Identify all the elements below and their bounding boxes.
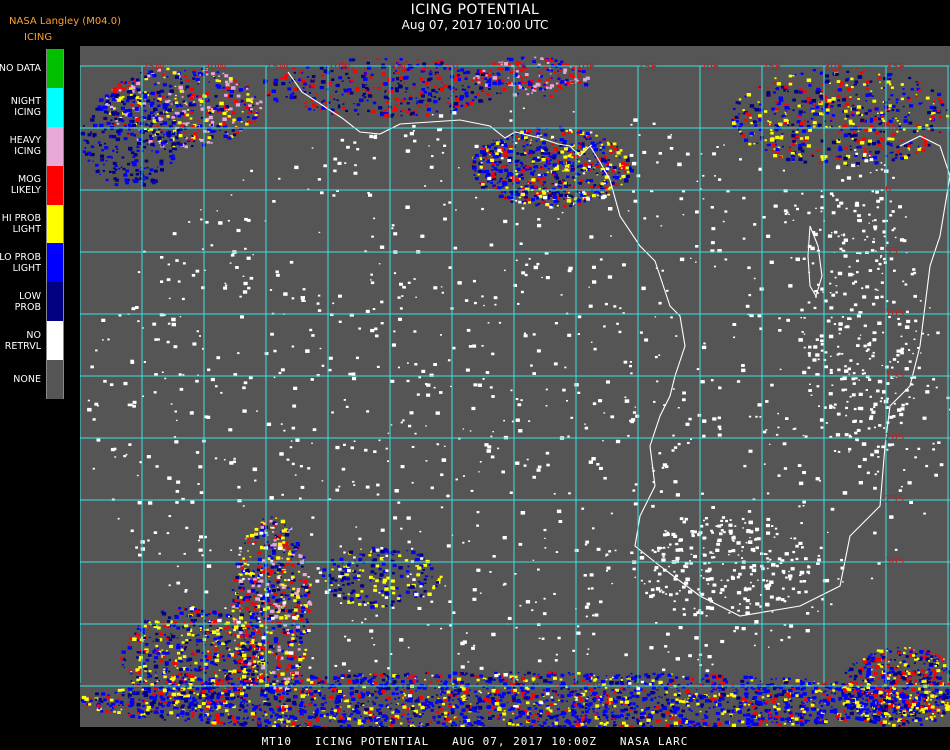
legend-item-label: NO RETRVL [4,329,41,352]
legend-swatch [46,321,64,361]
longitude-label: 30E [824,62,843,73]
legend-swatch [46,360,64,400]
legend-item-label: LO PROB LIGHT [0,251,41,274]
legend-item-label: NO DATA [0,62,41,74]
legend-item-label: NIGHT ICING [10,96,41,119]
latitude-label: 20S [885,432,904,443]
legend-title: ICING [24,32,53,43]
legend-item: HI PROB LIGHT [0,204,66,244]
legend-swatch [46,165,64,205]
legend-item-label: HEAVY ICING [9,135,41,158]
longitude-label: 20W [204,62,227,73]
legend-swatch [46,87,64,127]
legend-item-label: LOW PROB [14,290,41,313]
map-title: ICING POTENTIAL [410,2,540,18]
longitude-label: 10E [576,62,595,73]
legend-item: LOW PROB [0,282,66,322]
legend-item: MOG LIKELY [0,165,66,205]
legend: NO DATA NIGHT ICING HEAVY ICING MOG LIKELY H… [0,49,66,400]
latitude-label: 10S [885,308,904,319]
latitude-label: 0 [885,184,891,195]
legend-swatch [46,49,64,88]
icing-map: 25W20W15W10W5W05E10E15E20E25E30E35E40E5N… [80,46,950,727]
legend-item: HEAVY ICING [0,126,66,166]
latitude-label: 15S [885,370,904,381]
longitude-label: 20E [700,62,719,73]
legend-swatch [46,204,64,244]
legend-item: LO PROB LIGHT [0,243,66,283]
legend-item-label: HI PROB LIGHT [1,213,41,235]
latitude-label: 5S [885,246,898,257]
data-source-label: NASA Langley (M04.0) [9,16,121,27]
legend-item: NONE [0,360,66,400]
latitude-label: 5N [885,122,899,133]
longitude-label: 0 [452,62,458,73]
legend-swatch [46,243,64,283]
longitude-label: 15W [266,62,289,73]
legend-swatch [46,126,64,166]
latitude-label: 25S [885,494,904,505]
legend-item-label: MOG LIKELY [10,174,41,197]
map-datetime: Aug 07, 2017 10:00 UTC [401,18,549,32]
legend-swatch [46,282,64,322]
longitude-label: 25W [142,62,165,73]
longitude-label: 5E [514,62,527,73]
longitude-label: 15E [638,62,657,73]
legend-item: NO DATA [0,49,66,88]
legend-item: NIGHT ICING [0,87,66,127]
latitude-label: 30S [885,556,904,567]
longitude-label: 5W [390,62,406,73]
longitude-label: 10W [328,62,351,73]
legend-item: NO RETRVL [0,321,66,361]
legend-item-label: NONE [13,374,41,386]
longitude-label: 35E [886,62,905,73]
footer-caption: MT10 ICING POTENTIAL AUG 07, 2017 10:00Z… [261,735,689,748]
longitude-label: 25E [762,62,781,73]
